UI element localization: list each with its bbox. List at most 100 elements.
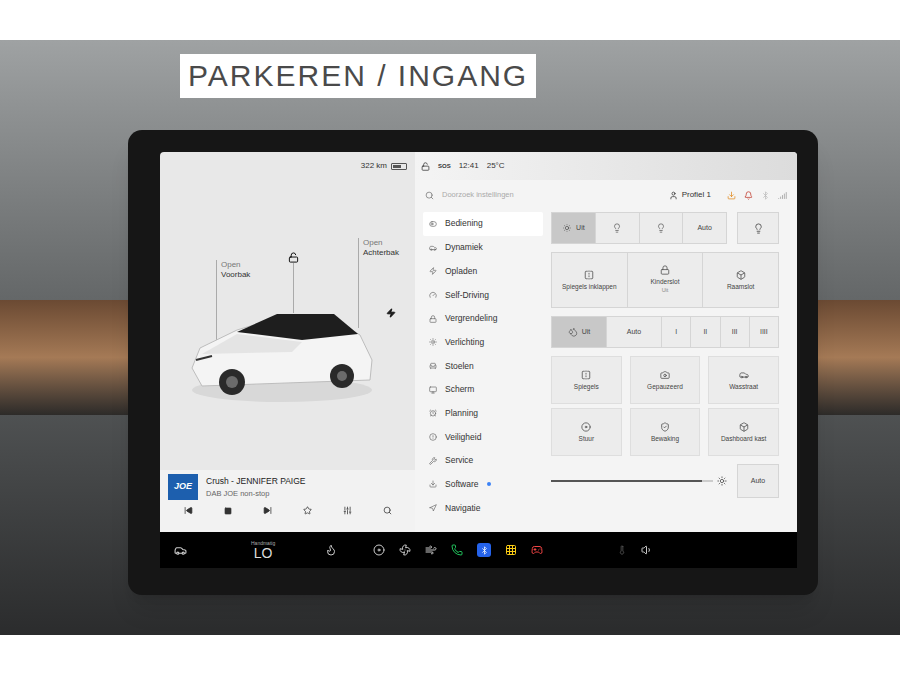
apps-icon[interactable] bbox=[505, 544, 517, 556]
menu-item[interactable]: Service bbox=[423, 449, 543, 473]
menu-item[interactable]: Verlichting bbox=[423, 330, 543, 354]
tile-icon bbox=[739, 422, 749, 432]
media-player: JOECrush - JENNIFER PAIGEDAB JOE non-sto… bbox=[160, 470, 415, 532]
menu-item-icon bbox=[429, 386, 437, 394]
range-status: 322 km bbox=[160, 152, 415, 180]
lock-button[interactable] bbox=[288, 252, 299, 313]
wiper-option[interactable]: IIII bbox=[750, 317, 778, 347]
lights-selector: Uit Auto bbox=[551, 212, 727, 244]
tile-icon bbox=[581, 370, 591, 380]
climate-temperature[interactable]: HandmatigLO bbox=[251, 541, 275, 560]
lights-option[interactable] bbox=[596, 213, 639, 243]
settings-panel: SOS12:4125°C Doorzoek instellingen Profiel… bbox=[415, 152, 797, 532]
fog-lights-button[interactable] bbox=[737, 212, 779, 244]
battery-icon bbox=[391, 163, 407, 170]
menu-item[interactable]: Navigatie bbox=[423, 496, 543, 520]
steering-heater-icon[interactable] bbox=[373, 544, 385, 556]
sign-row: PARKEREN / INGANG bbox=[0, 40, 900, 98]
menu-item[interactable]: Stoelen bbox=[423, 354, 543, 378]
menu-item-icon bbox=[429, 315, 437, 323]
bell-icon[interactable] bbox=[744, 191, 753, 200]
tile-icon bbox=[739, 370, 749, 380]
download-icon[interactable] bbox=[727, 191, 736, 200]
joystick-icon[interactable] bbox=[531, 544, 543, 556]
favorite-icon[interactable] bbox=[303, 506, 312, 515]
menu-item-icon bbox=[429, 291, 437, 299]
quick-button[interactable]: KinderslotUit bbox=[628, 253, 703, 307]
control-tile[interactable]: Bewaking bbox=[630, 408, 701, 456]
update-dot bbox=[487, 482, 491, 486]
wiper-option[interactable]: Auto bbox=[607, 317, 661, 347]
control-tile[interactable]: Gepauzeerd bbox=[630, 356, 701, 404]
dashboard: PARKEREN / INGANG 322 kmOpenVoorbakOpenAc… bbox=[0, 40, 900, 635]
menu-item-icon bbox=[429, 362, 437, 370]
control-tiles: SpiegelsGepauzeerdWasstraat StuurBewaking… bbox=[551, 356, 779, 456]
menu-item[interactable]: Planning bbox=[423, 402, 543, 426]
fog-light-icon bbox=[753, 223, 764, 234]
menu-item[interactable]: Software bbox=[423, 473, 543, 497]
profile-button[interactable]: Profiel 1 bbox=[669, 189, 711, 201]
unlock-status-icon[interactable] bbox=[421, 162, 430, 171]
quick-button[interactable]: Spiegels inklappen bbox=[552, 253, 627, 307]
bluetooth-app-icon[interactable] bbox=[477, 543, 491, 557]
right-climate-icon[interactable] bbox=[617, 545, 627, 555]
menu-item[interactable]: Dynamiek bbox=[423, 236, 543, 260]
seat-heater-icon[interactable] bbox=[325, 544, 337, 556]
sos-button[interactable]: SOS bbox=[438, 162, 451, 171]
lights-option[interactable] bbox=[640, 213, 683, 243]
wiper-option[interactable]: II bbox=[691, 317, 719, 347]
unlock-icon bbox=[288, 252, 299, 263]
wiper-option[interactable]: III bbox=[721, 317, 749, 347]
previous-icon[interactable] bbox=[184, 506, 193, 515]
quick-button-icon bbox=[660, 265, 670, 275]
menu-item-icon bbox=[429, 338, 437, 346]
screen-row: 322 kmOpenVoorbakOpenAchterbakJOECrush -… bbox=[0, 130, 900, 595]
car-panel: 322 kmOpenVoorbakOpenAchterbakJOECrush -… bbox=[160, 152, 415, 532]
menu-item-icon bbox=[429, 457, 437, 465]
status-bar: SOS12:4125°C bbox=[415, 152, 797, 180]
menu-item[interactable]: Opladen bbox=[423, 259, 543, 283]
settings-menu: BedieningDynamiekOpladenSelf-DrivingVerg… bbox=[415, 210, 543, 532]
outside-temperature: 25°C bbox=[487, 160, 505, 172]
stop-icon[interactable] bbox=[224, 507, 232, 515]
parking-sign: PARKEREN / INGANG bbox=[180, 54, 536, 98]
wiper-option[interactable]: Uit bbox=[552, 317, 606, 347]
car-menu-icon[interactable] bbox=[174, 544, 187, 557]
tile-icon bbox=[660, 422, 670, 432]
control-tile[interactable]: Wasstraat bbox=[708, 356, 779, 404]
track-title: Crush - JENNIFER PAIGE bbox=[206, 475, 306, 488]
car-icon bbox=[182, 290, 382, 410]
equalizer-icon[interactable] bbox=[343, 506, 352, 515]
menu-item[interactable]: Veiligheid bbox=[423, 425, 543, 449]
quick-button-icon bbox=[736, 270, 746, 280]
brightness-auto-button[interactable]: Auto bbox=[737, 464, 779, 498]
display: 322 kmOpenVoorbakOpenAchterbakJOECrush -… bbox=[160, 152, 797, 568]
quick-button[interactable]: Raamslot bbox=[703, 253, 778, 307]
phone-icon[interactable] bbox=[451, 544, 463, 556]
media-search-icon[interactable] bbox=[383, 506, 392, 515]
wiper-option[interactable]: I bbox=[662, 317, 690, 347]
control-tile[interactable]: Dashboard kast bbox=[708, 408, 779, 456]
fan-icon[interactable] bbox=[399, 544, 411, 556]
lights-option[interactable]: Uit bbox=[552, 213, 595, 243]
segment-icon bbox=[568, 327, 578, 337]
charge-port-icon[interactable] bbox=[386, 308, 396, 318]
bluetooth-icon[interactable] bbox=[761, 191, 770, 200]
profile-icon bbox=[669, 191, 678, 200]
segment-icon bbox=[612, 223, 622, 233]
control-tile[interactable]: Spiegels bbox=[551, 356, 622, 404]
control-tile[interactable]: Stuur bbox=[551, 408, 622, 456]
lights-option[interactable]: Auto bbox=[683, 213, 726, 243]
controls: UitAutoSpiegels inklappenKinderslotUitRa… bbox=[543, 210, 797, 532]
brightness-slider[interactable] bbox=[551, 464, 727, 498]
menu-item[interactable]: Bediening bbox=[423, 212, 543, 236]
menu-item[interactable]: Scherm bbox=[423, 378, 543, 402]
menu-item[interactable]: Self-Driving bbox=[423, 283, 543, 307]
volume-icon[interactable] bbox=[641, 544, 653, 556]
menu-item[interactable]: Vergrendeling bbox=[423, 307, 543, 331]
car-view: OpenVoorbakOpenAchterbak bbox=[160, 180, 415, 470]
defrost-icon[interactable] bbox=[425, 544, 437, 556]
search-field[interactable]: Doorzoek instellingen bbox=[442, 189, 661, 200]
segment-icon bbox=[562, 223, 572, 233]
next-icon[interactable] bbox=[263, 506, 272, 515]
